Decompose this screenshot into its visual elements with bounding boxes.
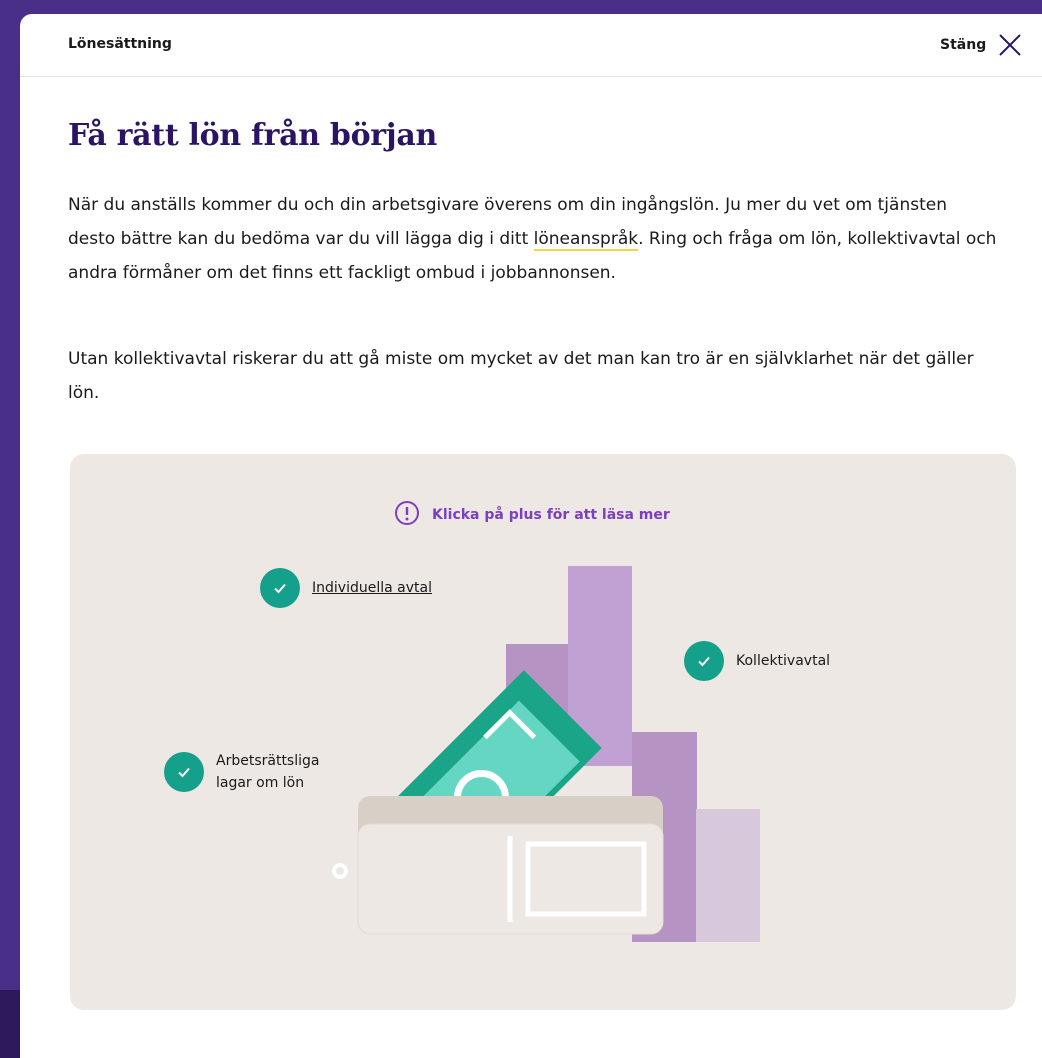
check-icon[interactable] xyxy=(164,752,204,792)
collective-agreement-label[interactable]: Kollektivavtal xyxy=(736,650,830,672)
close-icon[interactable] xyxy=(998,33,1022,57)
modal-dialog: Lönesättning Stäng Få rätt lön från börj… xyxy=(20,14,1042,1058)
exclamation-circle-icon xyxy=(394,500,420,530)
intro-paragraph: När du anställs kommer du och din arbets… xyxy=(68,188,998,290)
labour-law-label[interactable]: Arbetsrättsliga lagar om lön xyxy=(216,750,346,794)
modal-header: Lönesättning Stäng xyxy=(20,14,1042,77)
close-label: Stäng xyxy=(940,37,987,53)
labour-law-item[interactable]: Arbetsrättsliga lagar om lön xyxy=(164,750,346,794)
collective-agreement-item[interactable]: Kollektivavtal xyxy=(684,641,830,681)
hint-label: Klicka på plus för att läsa mer xyxy=(432,507,670,523)
individual-agreements-label[interactable]: Individuella avtal xyxy=(312,577,432,599)
page-heading: Få rätt lön från början xyxy=(68,118,438,153)
collective-agreement-paragraph: Utan kollektivavtal riskerar du att gå m… xyxy=(68,349,974,403)
modal-title: Lönesättning xyxy=(68,36,172,52)
hint-message: Klicka på plus för att läsa mer xyxy=(394,500,670,530)
check-icon[interactable] xyxy=(684,641,724,681)
check-icon[interactable] xyxy=(260,568,300,608)
close-button[interactable]: Stäng xyxy=(940,30,1022,60)
individual-agreements-item[interactable]: Individuella avtal xyxy=(260,568,432,608)
loneansprak-link[interactable]: löneanspråk xyxy=(533,229,639,251)
salary-illustration xyxy=(332,566,760,942)
info-panel: Klicka på plus för att läsa mer Individu… xyxy=(70,454,1016,1010)
